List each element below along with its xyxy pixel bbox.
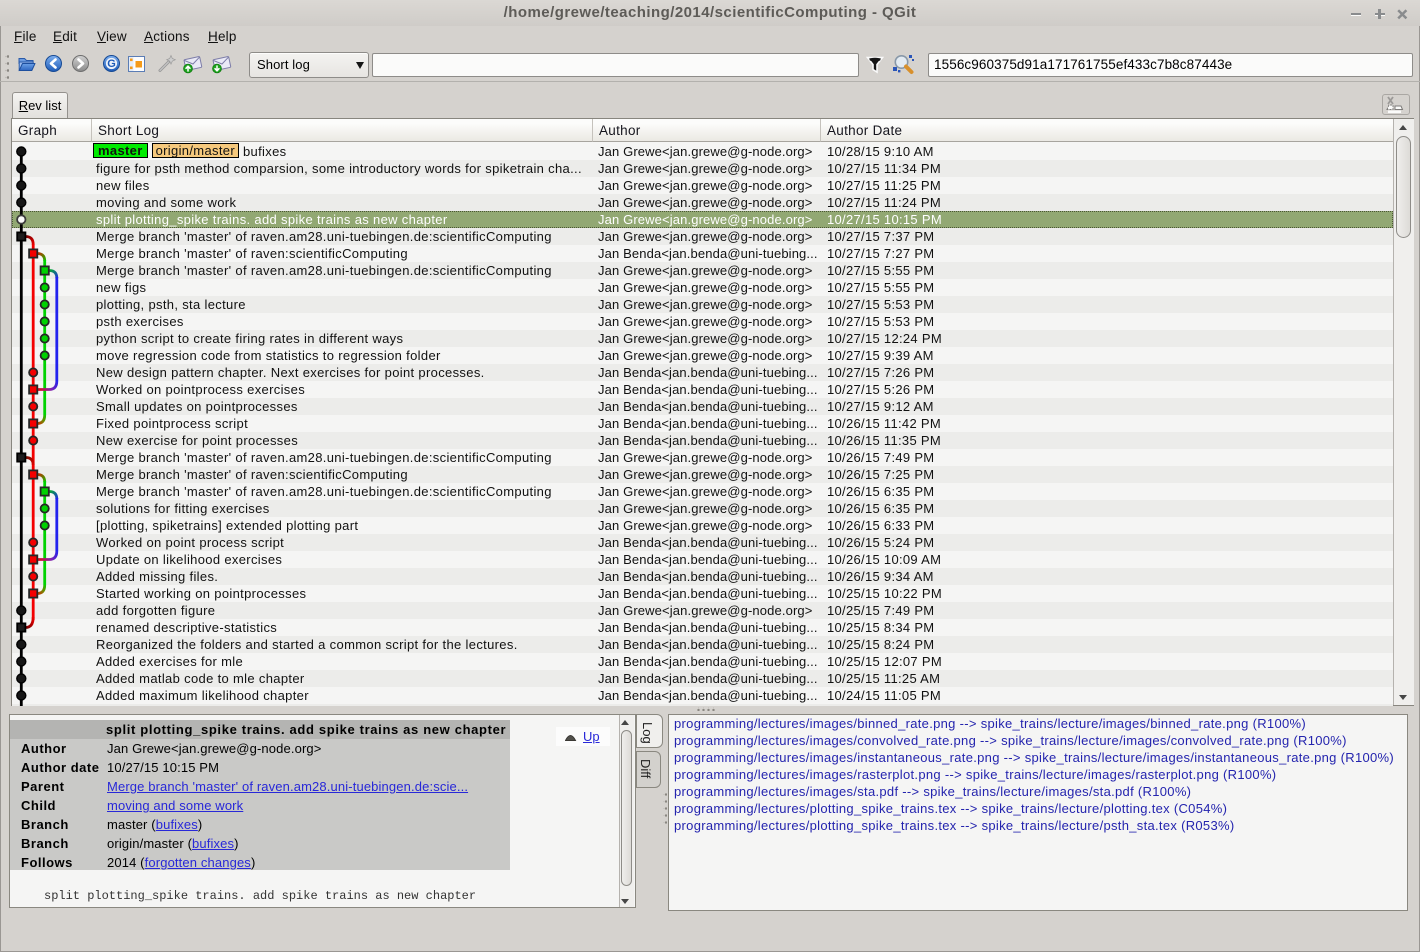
svg-text:G: G bbox=[107, 58, 116, 70]
